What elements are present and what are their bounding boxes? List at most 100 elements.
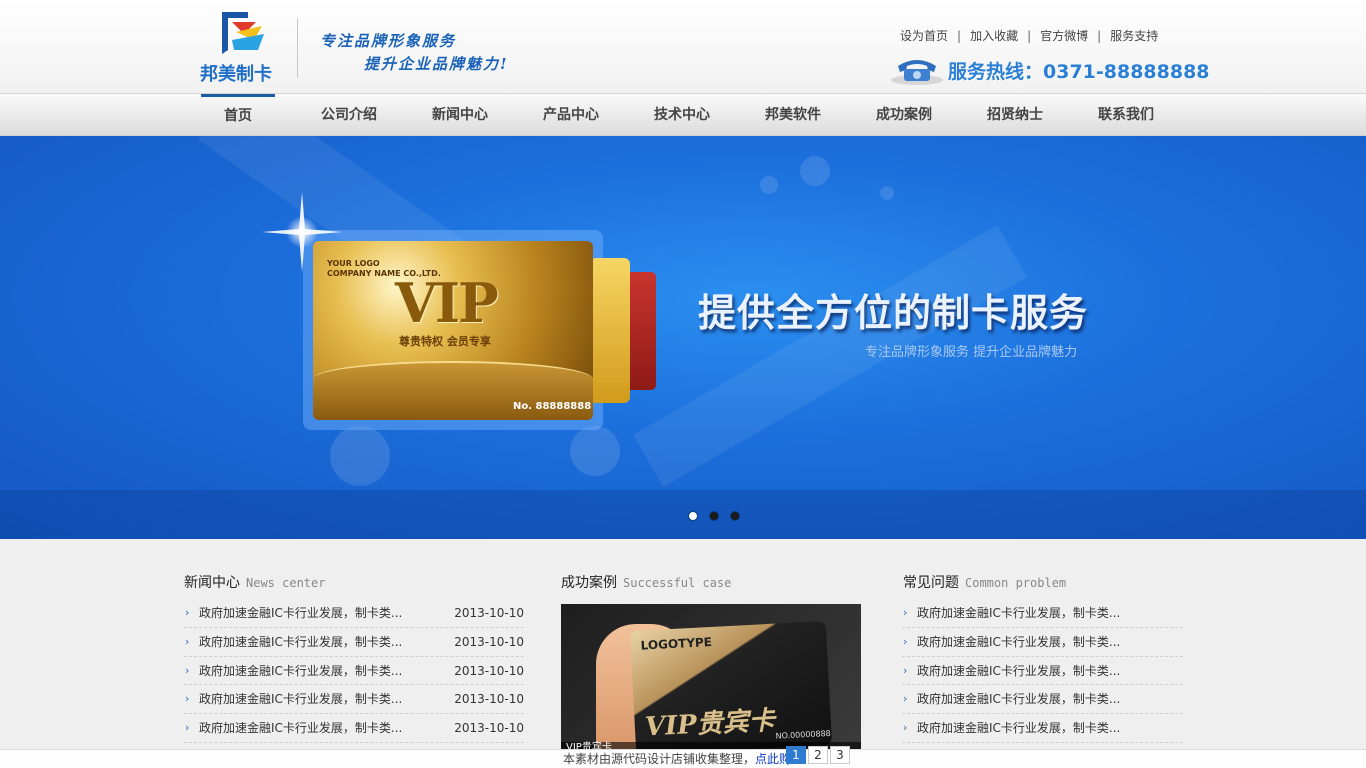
banner-title: 提供全方位的制卡服务 [698,291,1089,335]
link-separator: | [1097,29,1102,43]
faq-item-title[interactable]: 政府加速金融IC卡行业发展，制卡类... [917,657,1120,685]
news-item[interactable]: › 政府加速金融IC卡行业发展，制卡类... 2013-10-10 [184,657,524,686]
faq-title-en: Common problem [965,576,1067,590]
news-item[interactable]: › 政府加速金融IC卡行业发展，制卡类... 2013-10-10 [184,714,524,743]
news-item-date: 2013-10-10 [454,606,524,620]
faq-item-title[interactable]: 政府加速金融IC卡行业发展，制卡类... [917,685,1120,713]
logo-text: 邦美制卡 [200,64,272,85]
faq-list: › 政府加速金融IC卡行业发展，制卡类... › 政府加速金融IC卡行业发展，制卡类… [902,599,1183,743]
hero-banner[interactable]: YOUR LOGO COMPANY NAME CO.,LTD. VIP 尊贵特权… [0,136,1366,539]
arrow-right-icon: › [903,692,908,706]
official-weibo-link[interactable]: 官方微博 [1040,29,1088,43]
banner-subtitle: 专注品牌形象服务 提升企业品牌魅力 [865,345,1078,360]
slide-dot-3[interactable] [730,511,740,521]
news-list: › 政府加速金融IC卡行业发展，制卡类... 2013-10-10 › 政府加速金融I… [184,599,524,743]
case-page-2[interactable]: 2 [808,746,828,764]
cases-title-en: Successful case [623,576,732,590]
news-item[interactable]: › 政府加速金融IC卡行业发展，制卡类... 2013-10-10 [184,628,524,657]
case-page-3[interactable]: 3 [830,746,850,764]
nav-item-contact[interactable]: 联系我们 [1089,94,1163,136]
arrow-right-icon: › [185,634,190,648]
card-sub-text: 尊贵特权 会员专享 [399,335,491,348]
case-card-vip: VIP贵宾卡 [644,705,776,743]
faq-title-cn: 常见问题 [903,575,959,591]
faq-item[interactable]: › 政府加速金融IC卡行业发展，制卡类... [902,685,1183,715]
gold-card [590,258,630,403]
site-header: 邦美制卡 专注品牌形象服务 提升企业品牌魅力! 设为首页 | 加入收藏 | 官方微博 | 服… [0,0,1366,93]
link-separator: | [1027,29,1032,43]
bokeh-dot [330,426,390,486]
bokeh-dot [800,156,830,186]
hotline: 服务热线：0371-88888888 [890,50,1210,88]
news-item-title[interactable]: 政府加速金融IC卡行业发展，制卡类... [199,599,402,627]
logo-divider [297,18,298,78]
arrow-right-icon: › [903,606,908,619]
arrow-right-icon: › [903,634,908,648]
faq-item[interactable]: › 政府加速金融IC卡行业发展，制卡类... [902,714,1183,743]
arrow-right-icon: › [185,606,190,619]
bokeh-dot [880,186,894,200]
bokeh-dot [570,426,620,476]
card-logo-line1: YOUR LOGO [327,259,380,268]
faq-item[interactable]: › 政府加速金融IC卡行业发展，制卡类... [902,599,1183,628]
case-image[interactable]: LOGOTYPE VIP贵宾卡 NO.00000888 VIP贵宾卡 [561,604,861,750]
case-page-1[interactable]: 1 [786,746,806,764]
slide-dot-1[interactable] [688,511,698,521]
faq-section-title: 常见问题 Common problem [903,572,1066,592]
main-nav: 首页 公司介绍 新闻中心 产品中心 技术中心 邦美软件 成功案例 招贤纳士 联系… [0,93,1366,136]
news-item-date: 2013-10-10 [454,634,524,649]
news-item-date: 2013-10-10 [454,663,524,678]
arrow-right-icon: › [185,663,190,677]
slide-dot-2[interactable] [709,511,719,521]
arrow-right-icon: › [903,721,908,735]
faq-item[interactable]: › 政府加速金融IC卡行业发展，制卡类... [902,628,1183,657]
news-item-date: 2013-10-10 [454,692,524,707]
case-card-number: NO.00000888 [775,728,831,741]
telephone-icon [891,60,943,85]
news-section-title: 新闻中心 News center [184,572,325,592]
news-item-title[interactable]: 政府加速金融IC卡行业发展，制卡类... [199,714,402,742]
slide-indicators [688,511,748,523]
faq-item[interactable]: › 政府加速金融IC卡行业发展，制卡类... [902,657,1183,686]
cases-section-title: 成功案例 Successful case [561,572,731,592]
arrow-right-icon: › [903,663,908,677]
vip-card-image: YOUR LOGO COMPANY NAME CO.,LTD. VIP 尊贵特权… [313,241,593,420]
cases-title-cn: 成功案例 [561,575,617,591]
faq-item-title[interactable]: 政府加速金融IC卡行业发展，制卡类... [917,714,1120,742]
service-support-link[interactable]: 服务支持 [1110,29,1158,43]
news-item[interactable]: › 政府加速金融IC卡行业发展，制卡类... 2013-10-10 [184,685,524,715]
news-item-date: 2013-10-10 [454,721,524,736]
nav-item-home[interactable]: 首页 [201,94,275,136]
arrow-right-icon: › [185,692,190,706]
add-favorite-link[interactable]: 加入收藏 [970,29,1018,43]
nav-item-software[interactable]: 邦美软件 [756,94,830,136]
nav-item-news[interactable]: 新闻中心 [423,94,497,136]
set-homepage-link[interactable]: 设为首页 [900,29,948,43]
nav-item-jobs[interactable]: 招贤纳士 [978,94,1052,136]
nav-item-cases[interactable]: 成功案例 [867,94,941,136]
news-item-title[interactable]: 政府加速金融IC卡行业发展，制卡类... [199,657,402,685]
nav-item-products[interactable]: 产品中心 [534,94,608,136]
news-title-cn: 新闻中心 [184,575,240,591]
case-card-logo: LOGOTYPE [640,634,713,653]
card-number: No. 88888888 [513,401,592,412]
faq-item-title[interactable]: 政府加速金融IC卡行业发展，制卡类... [917,628,1120,656]
site-logo[interactable]: 邦美制卡 [200,10,280,85]
arrow-right-icon: › [185,721,190,735]
news-item-title[interactable]: 政府加速金融IC卡行业发展，制卡类... [199,685,402,713]
sparkle-icon [262,192,342,272]
slogan-line-1: 专注品牌形象服务 [320,32,457,50]
footer-notice-text: 本素材由源代码设计店铺收集整理， [562,752,755,766]
top-links: 设为首页 | 加入收藏 | 官方微博 | 服务支持 [900,27,1158,44]
slogan-line-2: 提升企业品牌魅力! [364,55,509,73]
news-item-title[interactable]: 政府加速金融IC卡行业发展，制卡类... [199,628,402,656]
news-item[interactable]: › 政府加速金融IC卡行业发展，制卡类... 2013-10-10 [184,599,524,628]
banner-bottom-strip [0,490,1366,539]
faq-item-title[interactable]: 政府加速金融IC卡行业发展，制卡类... [917,599,1120,627]
nav-item-company[interactable]: 公司介绍 [312,94,386,136]
bokeh-dot [760,176,778,194]
nav-item-tech[interactable]: 技术中心 [645,94,719,136]
news-title-en: News center [246,576,326,590]
hotline-number: 服务热线：0371-88888888 [948,61,1210,83]
case-card: LOGOTYPE VIP贵宾卡 NO.00000888 [629,620,833,750]
